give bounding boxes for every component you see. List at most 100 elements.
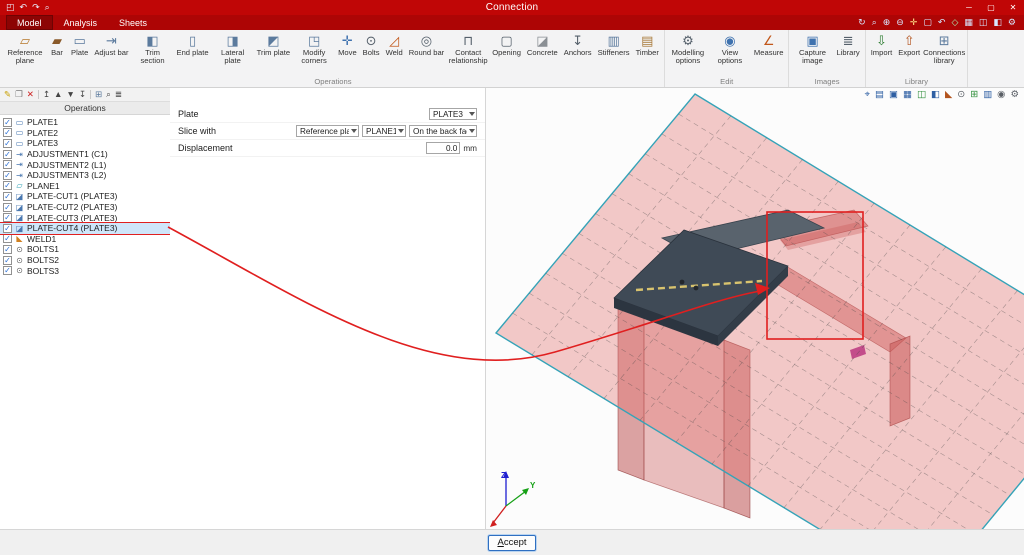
zoom-window-icon[interactable]: ▢ [923, 17, 932, 28]
ribbon-round-bar-button[interactable]: ◎Round bar [406, 31, 447, 76]
checkbox[interactable]: ✓ [3, 181, 12, 190]
checkbox[interactable]: ✓ [3, 256, 12, 265]
ribbon-stiffeners-button[interactable]: ▥Stiffeners [595, 31, 633, 76]
ribbon-modelling-options-button[interactable]: ⚙Modelling options [667, 31, 709, 76]
ribbon-library-button[interactable]: ≣Library [833, 31, 862, 76]
operation-item-bolts3[interactable]: ✓⊙BOLTS3 [0, 265, 170, 276]
ribbon-capture-image-button[interactable]: ▣Capture image [791, 31, 833, 76]
slice-source-select[interactable]: Reference plane [296, 125, 359, 137]
ribbon-bolts-button[interactable]: ⊙Bolts [360, 31, 383, 76]
operation-item-plate-cut2-plate3[interactable]: ✓◪PLATE-CUT2 (PLATE3) [0, 202, 170, 213]
minimize-button[interactable]: ─ [958, 0, 980, 15]
delete-icon[interactable]: ✕ [27, 88, 34, 101]
close-button[interactable]: ✕ [1002, 0, 1024, 15]
ribbon-contact-relationship-button[interactable]: ⊓Contact relationship [447, 31, 489, 76]
checkbox[interactable]: ✓ [3, 224, 12, 233]
ribbon-move-button[interactable]: ✛Move [335, 31, 360, 76]
table-icon[interactable]: ⊞ [95, 88, 102, 101]
render-mode-icon[interactable]: ▦ [964, 17, 973, 28]
save-icon[interactable]: ◰ [6, 0, 15, 15]
operation-item-plate1[interactable]: ✓▭PLATE1 [0, 117, 170, 128]
ribbon-connections-library-button[interactable]: ⊞Connections library [923, 31, 965, 76]
operation-item-plate3[interactable]: ✓▭PLATE3 [0, 138, 170, 149]
zoom-all-icon[interactable]: ⌕ [872, 17, 877, 28]
ribbon-end-plate-button[interactable]: ▯End plate [174, 31, 212, 76]
find-icon[interactable]: ⌕ [106, 88, 111, 101]
checkbox[interactable]: ✓ [3, 234, 12, 243]
slice-plane-select[interactable]: PLANE1 [362, 125, 406, 137]
ribbon-plate-button[interactable]: ▭Plate [68, 31, 91, 76]
list-icon[interactable]: ≣ [115, 88, 122, 101]
slice-face-select[interactable]: On the back face [409, 125, 477, 137]
operation-item-adjustment3-l2[interactable]: ✓⇥ADJUSTMENT3 (L2) [0, 170, 170, 181]
undo-icon[interactable]: ↶ [20, 0, 28, 15]
move-up-icon[interactable]: ▲ [54, 88, 62, 101]
print-icon[interactable]: ▤ [875, 89, 884, 100]
ribbon-adjust-bar-button[interactable]: ⇥Adjust bar [91, 31, 131, 76]
operation-item-weld1[interactable]: ✓◣WELD1 [0, 234, 170, 245]
operation-item-plate-cut1-plate3[interactable]: ✓◪PLATE-CUT1 (PLATE3) [0, 191, 170, 202]
weld-view-icon[interactable]: ◣ [945, 89, 952, 100]
operation-item-bolts1[interactable]: ✓⊙BOLTS1 [0, 244, 170, 255]
pan-icon[interactable]: ✛ [910, 17, 918, 28]
visibility-icon[interactable]: ◉ [997, 89, 1005, 100]
settings-icon[interactable]: ⚙ [1008, 17, 1016, 28]
checkbox[interactable]: ✓ [3, 192, 12, 201]
ribbon-trim-plate-button[interactable]: ◩Trim plate [254, 31, 293, 76]
ribbon-opening-button[interactable]: ▢Opening [489, 31, 524, 76]
checkbox[interactable]: ✓ [3, 245, 12, 254]
zoom-in-icon[interactable]: ⊕ [883, 17, 891, 28]
ribbon-anchors-button[interactable]: ↧Anchors [561, 31, 595, 76]
ribbon-lateral-plate-button[interactable]: ◨Lateral plate [212, 31, 254, 76]
snapshot-icon[interactable]: ▣ [889, 89, 898, 100]
checkbox[interactable]: ✓ [3, 118, 12, 127]
operation-item-adjustment2-l1[interactable]: ✓⇥ADJUSTMENT2 (L1) [0, 159, 170, 170]
checkbox[interactable]: ✓ [3, 128, 12, 137]
tab-sheets[interactable]: Sheets [108, 15, 158, 30]
move-down-icon[interactable]: ▼ [66, 88, 74, 101]
checkbox[interactable]: ✓ [3, 160, 12, 169]
search-icon[interactable]: ⌕ [45, 0, 50, 15]
transparent-view-icon[interactable]: ◫ [917, 89, 926, 100]
move-top-icon[interactable]: ↥ [43, 88, 50, 101]
ribbon-export-button[interactable]: ⇧Export [895, 31, 923, 76]
operation-item-plate2[interactable]: ✓▭PLATE2 [0, 128, 170, 139]
ribbon-bar-button[interactable]: ▰Bar [46, 31, 68, 76]
checkbox[interactable]: ✓ [3, 203, 12, 212]
ribbon-measure-button[interactable]: ∠Measure [751, 31, 787, 76]
previous-view-icon[interactable]: ↶ [938, 17, 946, 28]
perspective-icon[interactable]: ◇ [951, 17, 958, 28]
zoom-out-icon[interactable]: ⊖ [896, 17, 904, 28]
ribbon-modify-corners-button[interactable]: ◳Modify corners [293, 31, 335, 76]
orbit-icon[interactable]: ↻ [858, 17, 866, 28]
ribbon-timber-button[interactable]: ▤Timber [633, 31, 662, 76]
view-settings-icon[interactable]: ⚙ [1010, 89, 1019, 100]
tab-analysis[interactable]: Analysis [53, 15, 109, 30]
panels-icon[interactable]: ◫ [979, 17, 988, 28]
grid-toggle-icon[interactable]: ⊞ [970, 89, 978, 100]
split-view-icon[interactable]: ◧ [993, 17, 1002, 28]
checkbox[interactable]: ✓ [3, 266, 12, 275]
operation-item-bolts2[interactable]: ✓⊙BOLTS2 [0, 255, 170, 266]
orientation-icon[interactable]: ⌖ [865, 89, 870, 100]
ribbon-trim-section-button[interactable]: ◧Trim section [132, 31, 174, 76]
operation-item-plate-cut3-plate3[interactable]: ✓◪PLATE-CUT3 (PLATE3) [0, 212, 170, 223]
displacement-input[interactable] [426, 142, 460, 154]
operation-item-plate-cut4-plate3[interactable]: ✓◪PLATE-CUT4 (PLATE3) [0, 223, 170, 234]
checkbox[interactable]: ✓ [3, 171, 12, 180]
accept-button[interactable]: Accept [488, 535, 535, 551]
copy-icon[interactable]: ❐ [15, 88, 23, 101]
plate-select[interactable]: PLATE3 [429, 108, 477, 120]
wireframe-view-icon[interactable]: ◧ [931, 89, 940, 100]
edit-icon[interactable]: ✎ [4, 88, 11, 101]
tab-model[interactable]: Model [6, 15, 53, 30]
ribbon-reference-plane-button[interactable]: ▱Reference plane [4, 31, 46, 76]
solid-view-icon[interactable]: ▦ [903, 89, 912, 100]
ribbon-import-button[interactable]: ⇩Import [868, 31, 896, 76]
checkbox[interactable]: ✓ [3, 213, 12, 222]
maximize-button[interactable]: ▢ [980, 0, 1002, 15]
checkbox[interactable]: ✓ [3, 150, 12, 159]
ribbon-weld-button[interactable]: ◿Weld [383, 31, 406, 76]
bolt-view-icon[interactable]: ⊙ [957, 89, 965, 100]
redo-icon[interactable]: ↷ [32, 0, 40, 15]
